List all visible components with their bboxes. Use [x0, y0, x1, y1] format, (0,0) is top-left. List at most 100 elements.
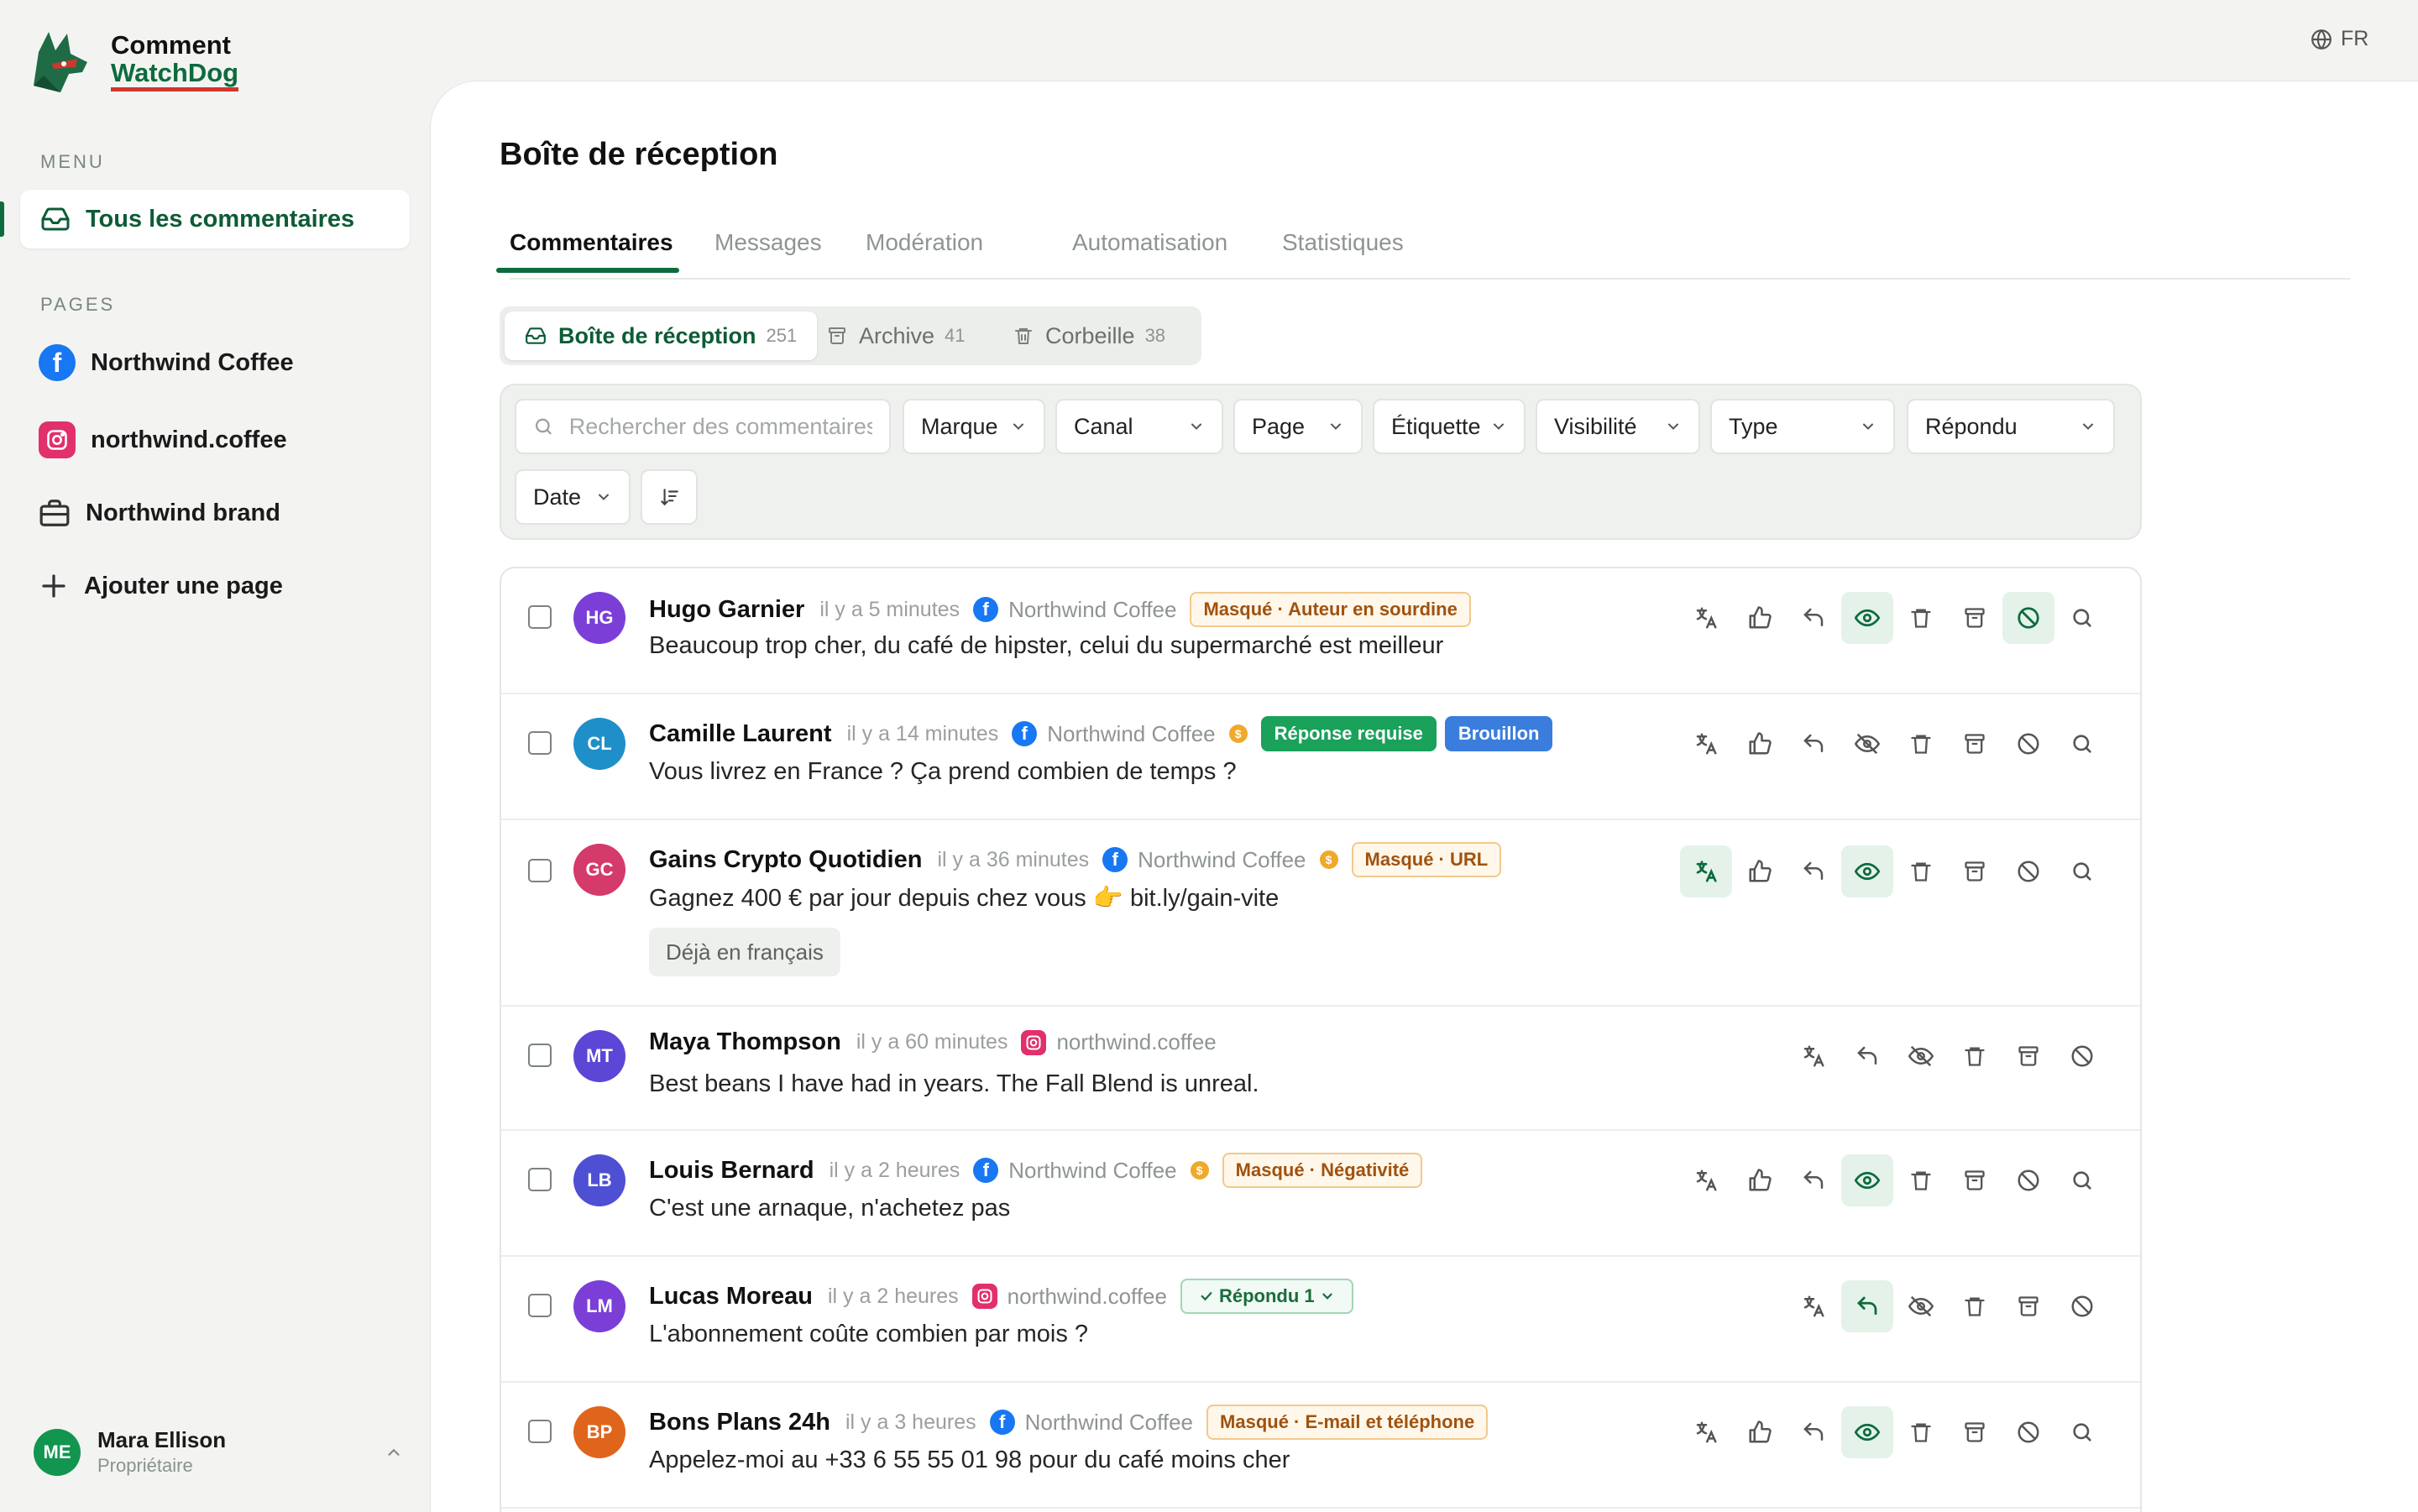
translate-button[interactable] — [1787, 1030, 1840, 1082]
page-filter[interactable]: Page — [1233, 399, 1363, 454]
sort-order-button[interactable] — [641, 469, 698, 525]
answered-filter[interactable]: Répondu — [1907, 399, 2115, 454]
comment-author[interactable]: Bons Plans 24h — [649, 1409, 830, 1436]
comment-source[interactable]: f Northwind Coffee — [973, 597, 1176, 623]
inspect-button[interactable] — [2056, 718, 2108, 770]
visibility-toggle[interactable] — [1841, 718, 1893, 770]
comment-row[interactable]: GC Gains Crypto Quotidien il y a 36 minu… — [501, 819, 2140, 1007]
search-input[interactable]: Rechercher des commentaires... — [515, 399, 891, 454]
delete-button[interactable] — [1949, 1030, 2001, 1082]
folder-archive[interactable]: Archive 41 — [827, 311, 966, 360]
visibility-toggle[interactable] — [1841, 592, 1893, 644]
block-button[interactable] — [2056, 1280, 2108, 1332]
reply-button[interactable] — [1787, 718, 1840, 770]
like-button[interactable] — [1734, 1154, 1786, 1206]
row-checkbox[interactable] — [528, 1168, 552, 1191]
archive-button[interactable] — [1949, 718, 2001, 770]
comment-author[interactable]: Hugo Garnier — [649, 596, 804, 624]
archive-button[interactable] — [1949, 1406, 2001, 1458]
inspect-button[interactable] — [2056, 1406, 2108, 1458]
comment-author[interactable]: Louis Bernard — [649, 1157, 814, 1185]
row-checkbox[interactable] — [528, 1294, 552, 1317]
comment-author[interactable]: Lucas Moreau — [649, 1283, 813, 1311]
app-logo[interactable]: Comment WatchDog — [27, 27, 239, 96]
type-filter[interactable]: Type — [1710, 399, 1895, 454]
visibility-toggle[interactable] — [1841, 1154, 1893, 1206]
translate-button[interactable] — [1787, 1280, 1840, 1332]
visibility-toggle[interactable] — [1841, 845, 1893, 897]
visibility-toggle[interactable] — [1895, 1280, 1947, 1332]
tab-comments[interactable]: Commentaires — [496, 229, 679, 273]
language-selector[interactable]: FR — [2311, 27, 2368, 51]
reply-button[interactable] — [1787, 1154, 1840, 1206]
block-button[interactable] — [2002, 718, 2054, 770]
comment-source[interactable]: f Northwind Coffee — [1012, 721, 1216, 747]
inspect-button[interactable] — [2056, 592, 2108, 644]
like-button[interactable] — [1734, 1406, 1786, 1458]
comment-row[interactable]: MT Maya Thompson il y a 60 minutes north… — [501, 1005, 2140, 1131]
sidebar-item-all-comments[interactable]: Tous les commentaires — [0, 190, 410, 249]
date-filter[interactable]: Date — [515, 469, 631, 525]
comment-source[interactable]: northwind.coffee — [1021, 1029, 1217, 1055]
translate-button[interactable] — [1680, 1406, 1732, 1458]
answered-badge[interactable]: Répondu 1 — [1180, 1279, 1353, 1314]
visibility-filter[interactable]: Visibilité — [1536, 399, 1700, 454]
delete-button[interactable] — [1895, 1406, 1947, 1458]
visibility-toggle[interactable] — [1895, 1030, 1947, 1082]
archive-button[interactable] — [1949, 845, 2001, 897]
delete-button[interactable] — [1949, 1280, 2001, 1332]
archive-button[interactable] — [2002, 1280, 2054, 1332]
add-page-button[interactable]: Ajouter une page — [39, 571, 283, 601]
comment-row[interactable]: BP Bons Plans 24h il y a 3 heures f North… — [501, 1381, 2140, 1509]
like-button[interactable] — [1734, 592, 1786, 644]
comment-source[interactable]: f Northwind Coffee — [1102, 847, 1306, 873]
translate-button[interactable] — [1680, 1154, 1732, 1206]
block-button[interactable] — [2056, 1030, 2108, 1082]
comment-author[interactable]: Maya Thompson — [649, 1028, 841, 1056]
reply-button[interactable] — [1841, 1280, 1893, 1332]
reply-button[interactable] — [1787, 592, 1840, 644]
sidebar-item-northwind-coffee-instagram[interactable]: northwind.coffee — [39, 421, 287, 458]
delete-button[interactable] — [1895, 1154, 1947, 1206]
tab-automation[interactable]: Automatisation — [1072, 229, 1227, 256]
visibility-toggle[interactable] — [1841, 1406, 1893, 1458]
block-button[interactable] — [2002, 1406, 2054, 1458]
block-button[interactable] — [2002, 1154, 2054, 1206]
comment-row[interactable]: HG Hugo Garnier il y a 5 minutes f Northw… — [501, 568, 2140, 694]
draft-badge[interactable]: Brouillon — [1444, 716, 1553, 751]
row-checkbox[interactable] — [528, 1420, 552, 1443]
row-checkbox[interactable] — [528, 605, 552, 629]
translate-button[interactable] — [1680, 592, 1732, 644]
inspect-button[interactable] — [2056, 845, 2108, 897]
row-checkbox[interactable] — [528, 859, 552, 882]
folder-inbox[interactable]: Boîte de réception 251 — [505, 311, 818, 360]
block-button[interactable] — [2002, 845, 2054, 897]
channel-filter[interactable]: Canal — [1055, 399, 1223, 454]
row-checkbox[interactable] — [528, 731, 552, 755]
comment-row[interactable]: CL Camille Laurent il y a 14 minutes f No… — [501, 693, 2140, 820]
tab-messages[interactable]: Messages — [714, 229, 822, 256]
label-filter[interactable]: Étiquette — [1373, 399, 1526, 454]
like-button[interactable] — [1734, 845, 1786, 897]
comment-row[interactable]: LB Louis Bernard il y a 2 heures f Northw… — [501, 1129, 2140, 1257]
delete-button[interactable] — [1895, 718, 1947, 770]
sidebar-item-northwind-coffee-facebook[interactable]: f Northwind Coffee — [39, 344, 294, 381]
sidebar-item-northwind-brand[interactable]: Northwind brand — [39, 497, 280, 529]
folder-trash[interactable]: Corbeille 38 — [1013, 311, 1165, 360]
tab-statistics[interactable]: Statistiques — [1282, 229, 1404, 256]
archive-button[interactable] — [2002, 1030, 2054, 1082]
tab-moderation[interactable]: Modération — [866, 229, 983, 256]
block-button[interactable] — [2002, 592, 2054, 644]
comment-source[interactable]: northwind.coffee — [971, 1284, 1167, 1310]
translation-chip[interactable]: Déjà en français — [649, 928, 840, 976]
like-button[interactable] — [1734, 718, 1786, 770]
comment-author[interactable]: Camille Laurent — [649, 720, 832, 748]
translate-button[interactable] — [1680, 845, 1732, 897]
comment-source[interactable]: f Northwind Coffee — [973, 1158, 1177, 1184]
row-checkbox[interactable] — [528, 1044, 552, 1067]
delete-button[interactable] — [1895, 845, 1947, 897]
reply-button[interactable] — [1841, 1030, 1893, 1082]
comment-source[interactable]: f Northwind Coffee — [989, 1410, 1193, 1436]
comment-row[interactable]: LM Lucas Moreau il y a 2 heures northwin… — [501, 1255, 2140, 1383]
user-menu[interactable]: ME Mara Ellison Propriétaire — [34, 1427, 403, 1477]
